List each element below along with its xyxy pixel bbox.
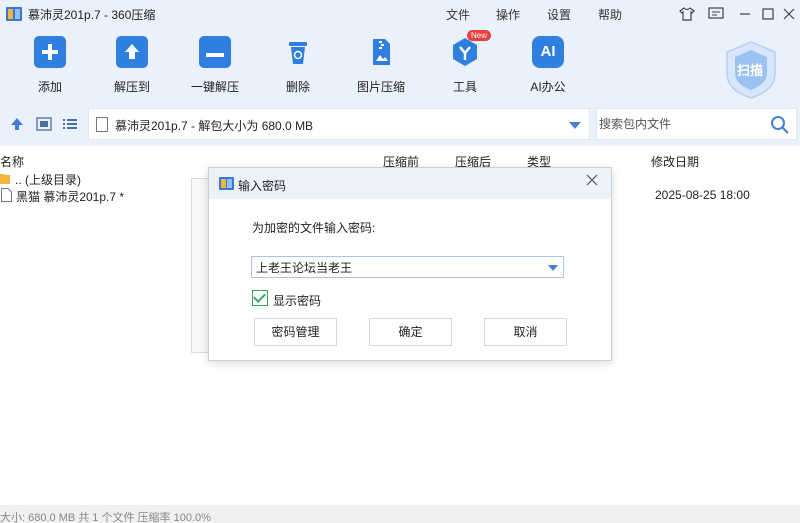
image-compress-button[interactable]: 图片压缩 bbox=[346, 36, 416, 96]
background-dialog bbox=[191, 178, 209, 353]
scan-label: 扫描 bbox=[737, 63, 764, 78]
extract-to-icon bbox=[116, 36, 148, 68]
password-combobox bbox=[251, 256, 564, 278]
menu-settings[interactable]: 设置 bbox=[547, 6, 571, 23]
app-logo-icon bbox=[219, 177, 234, 190]
dialog-title: 输入密码 bbox=[238, 179, 287, 193]
password-input[interactable] bbox=[256, 258, 541, 276]
delete-icon bbox=[282, 36, 314, 68]
ai-office-icon: AI bbox=[532, 36, 564, 68]
delete-label: 删除 bbox=[285, 80, 310, 94]
minimize-button[interactable] bbox=[735, 4, 755, 24]
extract-to-button[interactable]: 解压到 bbox=[97, 36, 167, 96]
column-name[interactable]: 名称 bbox=[0, 153, 24, 170]
ai-office-button[interactable]: AI AI办公 bbox=[513, 36, 583, 96]
image-compress-icon bbox=[365, 36, 397, 68]
path-combobox[interactable]: 慕沛灵201p.7 - 解包大小为 680.0 MB bbox=[88, 108, 590, 140]
menu-file[interactable]: 文件 bbox=[446, 6, 470, 23]
folder-icon bbox=[0, 174, 10, 184]
cancel-button[interactable]: 取消 bbox=[484, 318, 567, 346]
thumbnail-view-icon[interactable] bbox=[36, 116, 52, 132]
one-click-extract-label: 一键解压 bbox=[190, 80, 239, 94]
password-dialog: 输入密码 为加密的文件输入密码: 显示密码 密码管理 确定 取消 bbox=[208, 167, 612, 361]
file-modified-date: 2025-08-25 18:00 bbox=[655, 188, 750, 202]
menu-help[interactable]: 帮助 bbox=[598, 6, 622, 23]
file-name: 黑猫 慕沛灵201p.7 * bbox=[16, 190, 125, 204]
ai-office-label: AI办公 bbox=[530, 80, 566, 94]
checkmark-icon bbox=[253, 290, 266, 303]
search-box bbox=[596, 108, 797, 140]
list-view-icon[interactable] bbox=[62, 116, 78, 132]
ai-icon-text: AI bbox=[540, 43, 556, 60]
image-compress-label: 图片压缩 bbox=[356, 80, 405, 94]
show-password-label[interactable]: 显示密码 bbox=[273, 292, 321, 309]
app-logo-icon bbox=[6, 7, 22, 21]
extract-to-label: 解压到 bbox=[113, 80, 150, 94]
password-prompt: 为加密的文件输入密码: bbox=[252, 221, 376, 235]
new-badge: New bbox=[467, 30, 492, 41]
status-text: 大小: 680.0 MB 共 1 个文件 压缩率 100.0% bbox=[0, 512, 211, 523]
add-button[interactable]: 添加 bbox=[15, 36, 85, 96]
file-icon bbox=[1, 188, 12, 202]
password-manage-button[interactable]: 密码管理 bbox=[254, 318, 337, 346]
tools-button[interactable]: New 工具 bbox=[430, 30, 500, 96]
add-label: 添加 bbox=[37, 80, 62, 94]
window-title: 慕沛灵201p.7 - 360压缩 bbox=[28, 8, 156, 22]
search-input[interactable] bbox=[599, 111, 769, 137]
add-icon bbox=[34, 36, 66, 68]
column-modified[interactable]: 修改日期 bbox=[651, 153, 699, 170]
menu-operation[interactable]: 操作 bbox=[496, 6, 520, 23]
close-icon bbox=[586, 174, 598, 186]
file-icon bbox=[96, 117, 108, 132]
title-bar: 慕沛灵201p.7 - 360压缩 文件 操作 设置 帮助 bbox=[0, 0, 800, 28]
maximize-button[interactable] bbox=[758, 4, 778, 24]
tools-icon: New bbox=[449, 30, 492, 68]
scan-button[interactable]: 扫描 bbox=[724, 40, 778, 100]
close-button[interactable] bbox=[779, 4, 799, 24]
file-name: .. (上级目录) bbox=[15, 173, 81, 187]
delete-button[interactable]: 删除 bbox=[263, 36, 333, 96]
path-text: 慕沛灵201p.7 - 解包大小为 680.0 MB bbox=[115, 119, 314, 133]
skin-icon[interactable] bbox=[677, 4, 697, 24]
show-password-checkbox[interactable] bbox=[252, 290, 268, 306]
up-arrow-icon[interactable] bbox=[9, 116, 25, 132]
chevron-down-icon[interactable] bbox=[569, 122, 581, 129]
dialog-header: 输入密码 bbox=[209, 168, 611, 199]
tools-label: 工具 bbox=[452, 80, 477, 94]
toolbar: 添加 解压到 一键解压 删除 图片压缩 New 工具 AI AI办公 扫描 bbox=[0, 28, 800, 102]
address-bar: 慕沛灵201p.7 - 解包大小为 680.0 MB bbox=[0, 102, 800, 146]
one-click-extract-button[interactable]: 一键解压 bbox=[180, 36, 250, 96]
dialog-close-button[interactable] bbox=[583, 173, 601, 191]
status-bar: 大小: 680.0 MB 共 1 个文件 压缩率 100.0% bbox=[0, 505, 800, 523]
search-icon[interactable] bbox=[770, 115, 790, 135]
one-click-extract-icon bbox=[199, 36, 231, 68]
chevron-down-icon[interactable] bbox=[548, 265, 558, 271]
feedback-icon[interactable] bbox=[706, 4, 726, 24]
ok-button[interactable]: 确定 bbox=[369, 318, 452, 346]
